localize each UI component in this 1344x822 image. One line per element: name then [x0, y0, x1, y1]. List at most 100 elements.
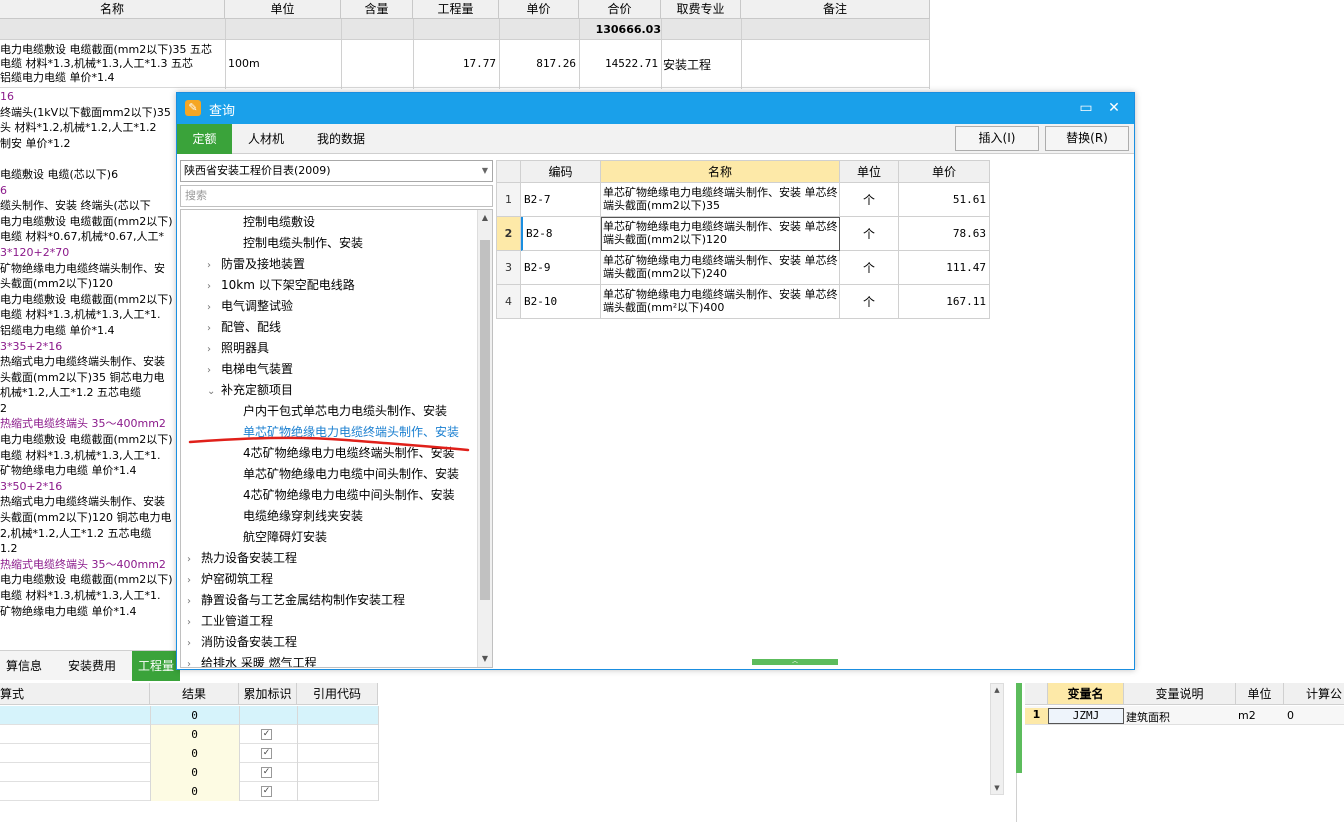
scroll-thumb[interactable]	[480, 240, 490, 600]
tree-node[interactable]: › 消防设备安装工程	[187, 632, 297, 653]
tree-node[interactable]: › 工业管道工程	[187, 611, 273, 632]
table-row[interactable]: 电力电缆敷设 电缆截面(mm2以下)35 五芯 电缆 材料*1.3,机械*1.3…	[0, 40, 930, 88]
tree-node[interactable]: 控制电缆头制作、安装	[243, 233, 363, 254]
tree-node[interactable]: 4芯矿物绝缘电力电缆中间头制作、安装	[243, 485, 455, 506]
row-unit[interactable]: 个	[840, 285, 899, 319]
tree-node[interactable]: › 10km 以下架空配电线路	[207, 275, 355, 296]
tree-node[interactable]: 单芯矿物绝缘电力电缆终端头制作、安装	[243, 422, 459, 443]
scroll-up-icon[interactable]: ▲	[991, 684, 1003, 696]
row-unit[interactable]: 个	[840, 217, 899, 251]
chevron-right-icon[interactable]: ›	[207, 318, 221, 339]
chevron-right-icon[interactable]: ›	[187, 570, 201, 591]
row-price[interactable]: 78.63	[899, 217, 990, 251]
table-row[interactable]: 0 ✓	[0, 725, 379, 744]
tree-node[interactable]: › 给排水 采暖 燃气工程	[187, 653, 317, 667]
tab-quantity[interactable]: 工程量	[132, 651, 180, 681]
col-formula[interactable]: 算式	[0, 683, 150, 705]
chevron-right-icon[interactable]: ›	[187, 549, 201, 570]
chevron-down-icon[interactable]: ⌄	[207, 381, 221, 402]
scroll-down-icon[interactable]: ▼	[991, 782, 1003, 794]
col-content[interactable]: 含量	[341, 0, 413, 19]
row-code[interactable]: B2-8	[521, 217, 601, 251]
col-var-desc[interactable]: 变量说明	[1124, 683, 1236, 705]
col-total[interactable]: 合价	[579, 0, 661, 19]
search-input[interactable]: 搜索	[180, 185, 493, 207]
library-select[interactable]: 陕西省安装工程价目表(2009) ▼	[180, 160, 493, 182]
row-num[interactable]: 1	[496, 183, 521, 217]
col-var-unit[interactable]: 单位	[1236, 683, 1284, 705]
row-name[interactable]: 单芯矿物绝缘电力电缆终端头制作、安装 单芯终端头截面(mm2以下)120	[601, 217, 840, 251]
accumulate-checkbox[interactable]: ✓	[261, 786, 272, 797]
tree-scrollbar[interactable]: ▲ ▼	[477, 210, 492, 667]
tree-node[interactable]: 电缆绝缘穿刺线夹安装	[243, 506, 363, 527]
col-specialty[interactable]: 取费专业	[661, 0, 741, 19]
col-accumulate[interactable]: 累加标识	[239, 683, 297, 705]
row-num[interactable]: 4	[496, 285, 521, 319]
row-name[interactable]: 单芯矿物绝缘电力电缆终端头制作、安装 单芯终端头截面(mm2以下)35	[601, 183, 840, 217]
row-price[interactable]: 51.61	[899, 183, 990, 217]
row-num[interactable]: 2	[496, 217, 521, 251]
splitter-handle[interactable]	[1016, 683, 1022, 773]
col-remark[interactable]: 备注	[741, 0, 930, 19]
collapse-handle[interactable]: ︿	[752, 659, 838, 665]
table-row[interactable]: 0 ✓	[0, 763, 379, 782]
chevron-right-icon[interactable]: ›	[187, 654, 201, 667]
row-name[interactable]: 单芯矿物绝缘电力电缆终端头制作、安装 单芯终端头截面(mm²以下)400	[601, 285, 840, 319]
col-ref-code[interactable]: 引用代码	[297, 683, 378, 705]
tab-quota[interactable]: 定额	[177, 124, 232, 154]
col-var-name[interactable]: 变量名	[1048, 683, 1124, 705]
table-row[interactable]: 1 JZMJ 建筑面积 m2 0	[1025, 706, 1344, 725]
tab-my-data[interactable]: 我的数据	[301, 124, 381, 154]
col-name[interactable]: 名称	[601, 160, 840, 183]
replace-button[interactable]: 替换(R)	[1045, 126, 1129, 151]
chevron-right-icon[interactable]: ›	[207, 339, 221, 360]
tree-node[interactable]: 户内干包式单芯电力电缆头制作、安装	[243, 401, 447, 422]
chevron-right-icon[interactable]: ›	[207, 255, 221, 276]
tree-node[interactable]: › 防雷及接地装置	[207, 254, 305, 275]
col-quantity[interactable]: 工程量	[413, 0, 499, 19]
tree-node[interactable]: › 电气调整试验	[207, 296, 293, 317]
tree-node[interactable]: › 照明器具	[207, 338, 269, 359]
chevron-right-icon[interactable]: ›	[187, 591, 201, 612]
tree-node[interactable]: 4芯矿物绝缘电力电缆终端头制作、安装	[243, 443, 455, 464]
tree-node[interactable]: ⌄ 补充定额项目	[207, 380, 293, 401]
col-code[interactable]: 编码	[521, 160, 601, 183]
accumulate-checkbox[interactable]: ✓	[261, 748, 272, 759]
col-var-formula[interactable]: 计算公	[1284, 683, 1344, 705]
close-icon[interactable]: ✕	[1103, 98, 1125, 118]
accumulate-checkbox[interactable]: ✓	[261, 729, 272, 740]
row-code[interactable]: B2-7	[521, 183, 601, 217]
tree-node[interactable]: › 静置设备与工艺金属结构制作安装工程	[187, 590, 405, 611]
row-unit[interactable]: 个	[840, 183, 899, 217]
bottom-scrollbar[interactable]: ▲ ▼	[990, 683, 1004, 795]
row-price[interactable]: 167.11	[899, 285, 990, 319]
tree-node[interactable]: › 电梯电气装置	[207, 359, 293, 380]
chevron-right-icon[interactable]: ›	[207, 297, 221, 318]
tree-node[interactable]: 航空障碍灯安装	[243, 527, 327, 548]
row-price[interactable]: 111.47	[899, 251, 990, 285]
col-unit[interactable]: 单位	[225, 0, 341, 19]
maximize-icon[interactable]: ▭	[1075, 98, 1097, 118]
row-unit[interactable]: 个	[840, 251, 899, 285]
chevron-right-icon[interactable]: ›	[187, 612, 201, 633]
table-row[interactable]: 0	[0, 706, 379, 725]
insert-button[interactable]: 插入(I)	[955, 126, 1039, 151]
chevron-right-icon[interactable]: ›	[207, 360, 221, 381]
tree-node[interactable]: › 配管、配线	[207, 317, 281, 338]
tree-node[interactable]: 控制电缆敷设	[243, 212, 315, 233]
scroll-up-icon[interactable]: ▲	[479, 211, 491, 225]
row-num[interactable]: 3	[496, 251, 521, 285]
chevron-right-icon[interactable]: ›	[187, 633, 201, 654]
row-code[interactable]: B2-9	[521, 251, 601, 285]
tree-node[interactable]: › 热力设备安装工程	[187, 548, 297, 569]
table-row[interactable]: 0 ✓	[0, 782, 379, 801]
row-code[interactable]: B2-10	[521, 285, 601, 319]
dialog-titlebar[interactable]: ✎ 查询 ▭ ✕	[177, 93, 1134, 124]
accumulate-checkbox[interactable]: ✓	[261, 767, 272, 778]
table-row[interactable]: 0 ✓	[0, 744, 379, 763]
tab-install-fee[interactable]: 安装费用	[55, 651, 129, 681]
scroll-down-icon[interactable]: ▼	[479, 652, 491, 666]
var-name-cell[interactable]: JZMJ	[1048, 708, 1124, 724]
tree-node[interactable]: › 炉窑砌筑工程	[187, 569, 273, 590]
tab-materials[interactable]: 人材机	[235, 124, 297, 154]
